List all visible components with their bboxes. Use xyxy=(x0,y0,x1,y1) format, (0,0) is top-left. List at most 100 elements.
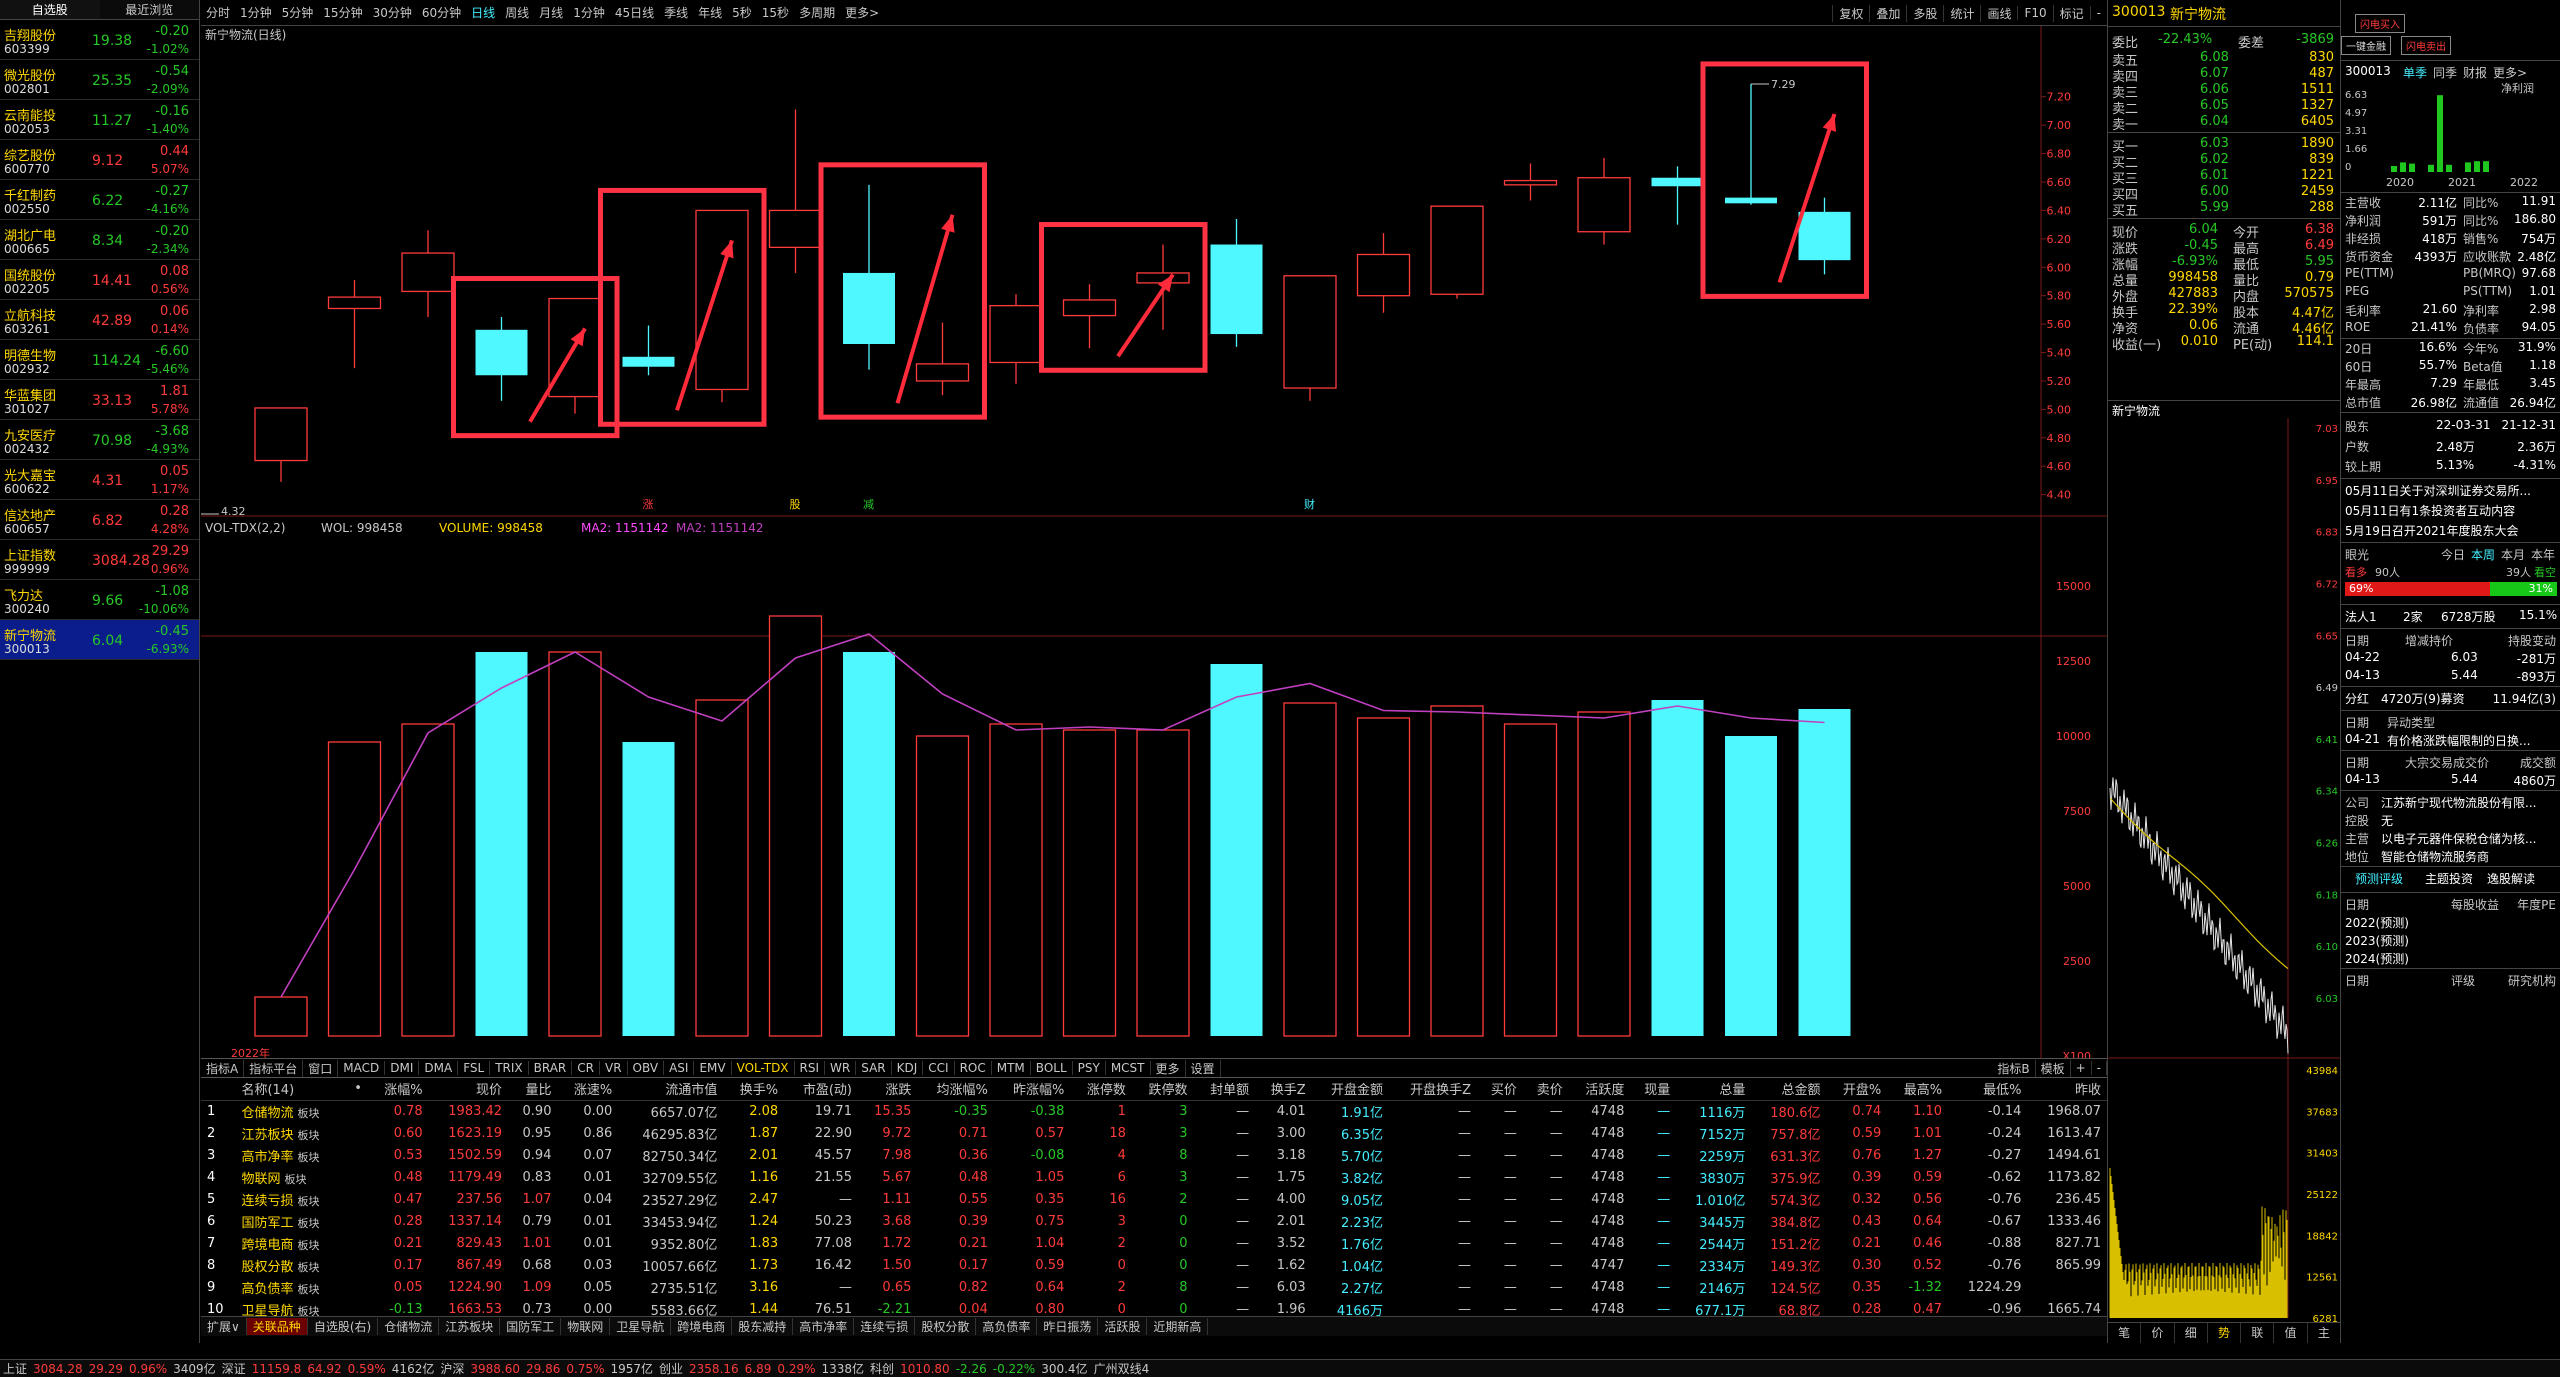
table-row[interactable]: 7 跨境电商 板块 0.21 829.43 1.01 0.01 9352.80亿 1.83 77.… xyxy=(201,1232,2107,1254)
period-tab[interactable]: 1分钟 xyxy=(235,4,277,21)
ask-price[interactable]: 6.06 xyxy=(2200,82,2229,97)
column-header[interactable]: 昨收 xyxy=(2027,1078,2107,1101)
sector-tab[interactable]: 高负债率 xyxy=(976,1318,1038,1335)
indicator-tab-right[interactable]: 模板 xyxy=(2036,1059,2071,1077)
column-header[interactable]: 涨跌 xyxy=(857,1078,918,1101)
column-header[interactable]: 买价 xyxy=(1477,1078,1523,1101)
chart-tool-button[interactable]: 叠加 xyxy=(1869,4,1906,22)
indicator-tab[interactable]: ROC xyxy=(955,1061,992,1075)
watchlist-row[interactable]: 湖北广电 000665 8.34 -0.20 -2.34% xyxy=(0,220,199,260)
column-header[interactable]: 开盘换手Z xyxy=(1388,1078,1477,1101)
column-header[interactable]: 总量 xyxy=(1676,1078,1752,1101)
quote-footer-tab[interactable]: 值 xyxy=(2274,1323,2308,1343)
indicator-tab[interactable]: MTM xyxy=(992,1061,1031,1075)
watchlist-row[interactable]: 云南能投 002053 11.27 -0.16 -1.40% xyxy=(0,100,199,140)
column-header[interactable]: 市盈(动) xyxy=(784,1078,858,1101)
sector-tab[interactable]: 高市净率 xyxy=(793,1318,855,1335)
f10-tab[interactable]: 财报 xyxy=(2463,64,2487,81)
table-row[interactable]: 5 连续亏损 板块 0.47 237.56 1.07 0.04 23527.29亿 2.47 — 1… xyxy=(201,1188,2107,1210)
column-header[interactable]: 名称(14) xyxy=(235,1078,345,1101)
quote-footer-tab[interactable]: 主 xyxy=(2308,1323,2341,1343)
indicator-tab[interactable]: KDJ xyxy=(892,1061,924,1075)
period-tab[interactable]: 月线 xyxy=(534,4,568,21)
column-header[interactable]: 量比 xyxy=(508,1078,558,1101)
sector-tab[interactable]: 昨日振荡 xyxy=(1037,1318,1099,1335)
event-mark[interactable]: 减 xyxy=(863,498,874,511)
ask-price[interactable]: 6.05 xyxy=(2200,98,2229,113)
period-tab[interactable]: 5秒 xyxy=(727,4,757,21)
news-item[interactable]: 05月11日关于对深圳证券交易所... xyxy=(2345,482,2531,499)
bid-price[interactable]: 5.99 xyxy=(2200,200,2229,215)
indicator-tab[interactable]: 窗口 xyxy=(303,1059,339,1077)
watchlist-row[interactable]: 综艺股份 600770 9.12 0.44 5.07% xyxy=(0,140,199,180)
sector-tab[interactable]: 自选股(右) xyxy=(308,1318,379,1335)
watchlist-row[interactable]: 国统股份 002205 14.41 0.08 0.56% xyxy=(0,260,199,300)
column-header[interactable]: • xyxy=(344,1078,368,1101)
period-tab[interactable]: 30分钟 xyxy=(368,4,417,21)
ask-price[interactable]: 6.04 xyxy=(2200,114,2229,129)
chart-tool-button[interactable]: F10 xyxy=(2017,6,2052,20)
column-header[interactable]: 活跃度 xyxy=(1568,1078,1631,1101)
kline-chart[interactable]: 新宁物流(日线) 7.20 7.00 6.80 6.60 6.40 6.20 6.00 5.80… xyxy=(201,26,2107,1059)
sector-tab[interactable]: 活跃股 xyxy=(1098,1318,1148,1335)
quote-footer-tab[interactable]: 势 xyxy=(2208,1323,2242,1343)
flash-sell-button[interactable]: 闪电卖出 xyxy=(2401,36,2451,55)
watchlist-row[interactable]: 新宁物流 300013 6.04 -0.45 -6.93% xyxy=(0,620,199,660)
forecast-tab[interactable]: 预测评级 xyxy=(2355,870,2403,887)
chart-tool-button[interactable]: 多股 xyxy=(1906,4,1943,22)
table-row[interactable]: 6 国防军工 板块 0.28 1337.14 0.79 0.01 33453.94亿 1.24 5… xyxy=(201,1210,2107,1232)
sector-tab[interactable]: 连续亏损 xyxy=(854,1318,916,1335)
quote-footer-tab[interactable]: 价 xyxy=(2141,1323,2175,1343)
chart-tool-button[interactable]: 复权 xyxy=(1832,4,1869,22)
f10-tab[interactable]: 同季 xyxy=(2433,64,2457,81)
indicator-tab[interactable]: TRIX xyxy=(490,1061,529,1075)
sector-tab[interactable]: 国防军工 xyxy=(500,1318,562,1335)
indicator-tab[interactable]: DMI xyxy=(385,1061,420,1075)
f10-tab[interactable]: 更多> xyxy=(2493,64,2527,81)
chart-tool-button[interactable]: 画线 xyxy=(1980,4,2017,22)
indicator-tab[interactable]: EMV xyxy=(694,1061,732,1075)
intraday-mini-chart[interactable]: 7.03 6.95 6.83 6.72 6.65 6.49 6.41 6.34 6.26 6.18… xyxy=(2108,418,2341,1336)
column-header[interactable]: 涨停数 xyxy=(1070,1078,1132,1101)
column-header[interactable]: 现量 xyxy=(1630,1078,1677,1101)
ask-price[interactable]: 6.08 xyxy=(2200,50,2229,65)
table-row[interactable]: 9 高负债率 板块 0.05 1224.90 1.09 0.05 2735.51亿 3.16 — 0… xyxy=(201,1276,2107,1298)
watchlist-row[interactable]: 吉翔股份 603399 19.38 -0.20 -1.02% xyxy=(0,20,199,60)
chart-tool-button[interactable]: 统计 xyxy=(1943,4,1980,22)
period-tab[interactable]: 15分钟 xyxy=(318,4,367,21)
column-header[interactable]: 开盘% xyxy=(1826,1078,1888,1101)
watchlist-row[interactable]: 立航科技 603261 42.89 0.06 0.14% xyxy=(0,300,199,340)
watchlist-row[interactable]: 九安医疗 002432 70.98 -3.68 -4.93% xyxy=(0,420,199,460)
watchlist-row[interactable]: 上证指数 999999 3084.28 29.29 0.96% xyxy=(0,540,199,580)
column-header[interactable]: 卖价 xyxy=(1522,1078,1569,1101)
watchlist-row[interactable]: 千红制药 002550 6.22 -0.27 -4.16% xyxy=(0,180,199,220)
indicator-tab[interactable]: ASI xyxy=(664,1061,695,1075)
column-header[interactable]: 流通市值 xyxy=(618,1078,724,1101)
column-header[interactable]: 昨涨幅% xyxy=(993,1078,1071,1101)
ask-price[interactable]: 6.07 xyxy=(2200,66,2229,81)
period-tab[interactable]: 周线 xyxy=(500,4,534,21)
table-row[interactable]: 1 仓储物流 板块 0.78 1983.42 0.90 0.00 6657.07亿 2.08 19… xyxy=(201,1100,2107,1122)
indicator-tab[interactable]: PSY xyxy=(1073,1061,1106,1075)
sector-tab[interactable]: 股权分散 xyxy=(915,1318,977,1335)
column-header[interactable]: 封单额 xyxy=(1193,1078,1256,1101)
indicator-tab[interactable]: VR xyxy=(600,1061,628,1075)
quick-finance-button[interactable]: 一键金融 xyxy=(2341,36,2391,55)
indicator-tab[interactable]: WR xyxy=(825,1061,857,1075)
column-header[interactable]: 最低% xyxy=(1948,1078,2028,1101)
period-tab[interactable]: 60分钟 xyxy=(417,4,466,21)
table-row[interactable]: 4 物联网 板块 0.48 1179.49 0.83 0.01 32709.55亿 1.16 21… xyxy=(201,1166,2107,1188)
indicator-tab[interactable]: DMA xyxy=(419,1061,459,1075)
table-row[interactable]: 2 江苏板块 板块 0.60 1623.19 0.95 0.86 46295.83亿 1.87 2… xyxy=(201,1122,2107,1144)
indicator-tab[interactable]: 指标A xyxy=(201,1059,245,1077)
news-item[interactable]: 5月19日召开2021年度股东大会 xyxy=(2345,522,2518,539)
period-tab[interactable]: 季线 xyxy=(659,4,693,21)
period-tab[interactable]: 1分钟 xyxy=(568,4,610,21)
event-mark[interactable]: 财 xyxy=(1304,497,1315,511)
quote-footer-tab[interactable]: 联 xyxy=(2241,1323,2275,1343)
abnormal-item[interactable]: 04-21 xyxy=(2345,732,2380,746)
indicator-tab[interactable]: 更多 xyxy=(1151,1059,1186,1077)
column-header[interactable]: 最高% xyxy=(1887,1078,1949,1101)
period-tab[interactable]: 多周期 xyxy=(794,4,840,21)
period-tab[interactable]: 更多> xyxy=(840,4,884,21)
